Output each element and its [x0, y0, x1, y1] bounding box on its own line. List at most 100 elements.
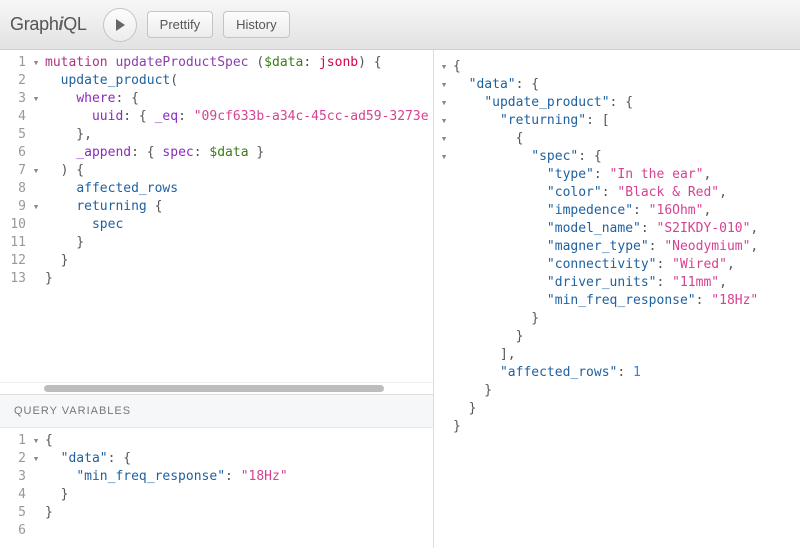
code-line: 5}: [0, 504, 433, 522]
code-text: where: {: [42, 90, 433, 108]
code-line: 1▾{: [0, 432, 433, 450]
fold-caret-icon[interactable]: ▾: [30, 54, 42, 72]
variables-header[interactable]: Query Variables: [0, 395, 433, 428]
code-line: 2▾ "data": {: [0, 450, 433, 468]
result-line: "driver_units": "11mm",: [438, 274, 800, 292]
code-text: update_product(: [42, 72, 433, 90]
fold-caret-icon[interactable]: ▾: [30, 90, 42, 108]
code-text: }: [42, 486, 433, 504]
fold-caret-icon: [438, 346, 450, 364]
result-text: {: [450, 130, 523, 148]
code-text: _append: { spec: $data }: [42, 144, 433, 162]
fold-caret-icon[interactable]: ▾: [438, 130, 450, 148]
result-text: "spec": {: [450, 148, 602, 166]
result-text: "impedence": "16Ohm",: [450, 202, 711, 220]
result-text: "magner_type": "Neodymium",: [450, 238, 758, 256]
result-text: "update_product": {: [450, 94, 633, 112]
fold-caret-icon[interactable]: ▾: [30, 450, 42, 468]
query-editor[interactable]: 1▾mutation updateProductSpec ($data: jso…: [0, 50, 433, 382]
query-editor-hscroll[interactable]: [0, 382, 433, 394]
result-line: }: [438, 382, 800, 400]
code-line: 4 uuid: { _eq: "09cf633b-a34c-45cc-ad59-…: [0, 108, 433, 126]
result-line: "magner_type": "Neodymium",: [438, 238, 800, 256]
line-number: 10: [0, 216, 30, 234]
code-text: returning {: [42, 198, 433, 216]
code-text: },: [42, 126, 433, 144]
line-number: 4: [0, 108, 30, 126]
prettify-button[interactable]: Prettify: [147, 11, 213, 38]
fold-caret-icon: [438, 400, 450, 418]
code-text: ) {: [42, 162, 433, 180]
line-number: 9: [0, 198, 30, 216]
code-text: affected_rows: [42, 180, 433, 198]
result-line: ▾ {: [438, 130, 800, 148]
result-text: "data": {: [450, 76, 539, 94]
result-line: ▾{: [438, 58, 800, 76]
fold-caret-icon: [438, 418, 450, 436]
line-number: 2: [0, 72, 30, 90]
fold-caret-icon: [438, 220, 450, 238]
code-text: }: [42, 252, 433, 270]
variables-editor[interactable]: 1▾{2▾ "data": {3 "min_freq_response": "1…: [0, 428, 433, 548]
line-number: 1: [0, 432, 30, 450]
result-text: "connectivity": "Wired",: [450, 256, 735, 274]
code-text: "data": {: [42, 450, 433, 468]
scroll-thumb[interactable]: [44, 385, 384, 392]
left-pane: 1▾mutation updateProductSpec ($data: jso…: [0, 50, 434, 548]
code-text: {: [42, 432, 433, 450]
result-line: "model_name": "S2IKDY-010",: [438, 220, 800, 238]
fold-caret-icon: [438, 274, 450, 292]
result-text: "model_name": "S2IKDY-010",: [450, 220, 758, 238]
line-number: 5: [0, 504, 30, 522]
line-number: 6: [0, 144, 30, 162]
code-line: 12 }: [0, 252, 433, 270]
code-line: 6: [0, 522, 433, 540]
fold-caret-icon[interactable]: ▾: [438, 148, 450, 166]
result-text: {: [450, 58, 461, 76]
line-number: 8: [0, 180, 30, 198]
code-text: }: [42, 234, 433, 252]
run-query-button[interactable]: [103, 8, 137, 42]
result-text: "affected_rows": 1: [450, 364, 641, 382]
result-line: ▾ "data": {: [438, 76, 800, 94]
code-line: 13}: [0, 270, 433, 288]
line-number: 13: [0, 270, 30, 288]
toolbar: GraphiQL Prettify History: [0, 0, 800, 50]
line-number: 5: [0, 126, 30, 144]
fold-caret-icon[interactable]: ▾: [30, 432, 42, 450]
fold-caret-icon[interactable]: ▾: [30, 162, 42, 180]
fold-caret-icon: [438, 328, 450, 346]
result-text: "returning": [: [450, 112, 610, 130]
history-button[interactable]: History: [223, 11, 289, 38]
fold-caret-icon: [438, 238, 450, 256]
line-number: 11: [0, 234, 30, 252]
line-number: 3: [0, 90, 30, 108]
line-number: 12: [0, 252, 30, 270]
fold-caret-icon[interactable]: ▾: [438, 94, 450, 112]
code-line: 8 affected_rows: [0, 180, 433, 198]
result-text: "min_freq_response": "18Hz": [450, 292, 758, 310]
fold-caret-icon: [438, 184, 450, 202]
code-line: 7▾ ) {: [0, 162, 433, 180]
result-line: }: [438, 400, 800, 418]
line-number: 4: [0, 486, 30, 504]
result-line: ▾ "returning": [: [438, 112, 800, 130]
fold-caret-icon[interactable]: ▾: [438, 112, 450, 130]
result-line: }: [438, 418, 800, 436]
result-line: ],: [438, 346, 800, 364]
result-line: "type": "In the ear",: [438, 166, 800, 184]
code-text: uuid: { _eq: "09cf633b-a34c-45cc-ad59-32…: [42, 108, 433, 126]
fold-caret-icon: [438, 310, 450, 328]
result-line: "affected_rows": 1: [438, 364, 800, 382]
result-text: }: [450, 418, 461, 436]
fold-caret-icon[interactable]: ▾: [30, 198, 42, 216]
code-line: 2 update_product(: [0, 72, 433, 90]
code-text: }: [42, 504, 433, 522]
code-text: spec: [42, 216, 433, 234]
code-line: 9▾ returning {: [0, 198, 433, 216]
code-text: mutation updateProductSpec ($data: jsonb…: [42, 54, 433, 72]
fold-caret-icon[interactable]: ▾: [438, 76, 450, 94]
result-line: "min_freq_response": "18Hz": [438, 292, 800, 310]
fold-caret-icon[interactable]: ▾: [438, 58, 450, 76]
line-number: 2: [0, 450, 30, 468]
